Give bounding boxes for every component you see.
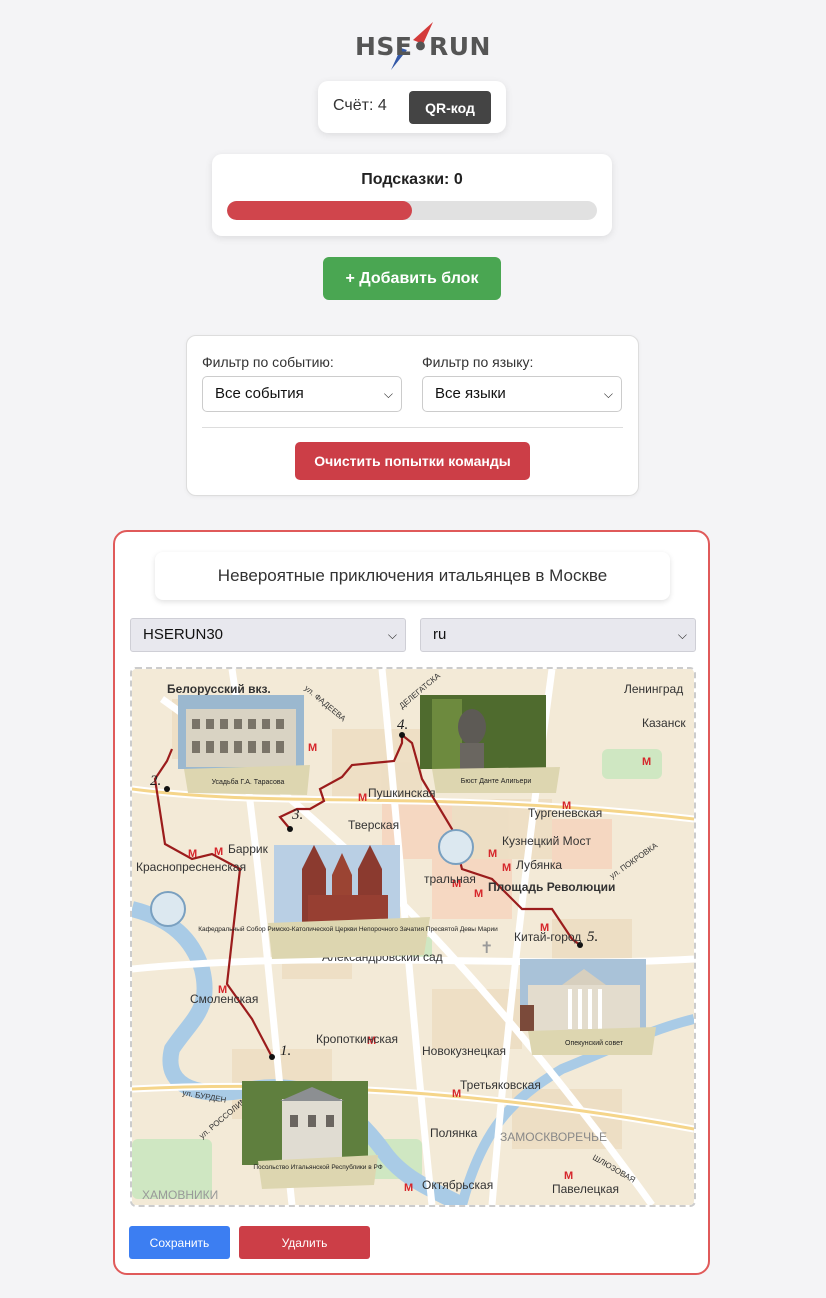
chevron-down-icon: ⌵ [677,628,687,642]
svg-text:M: M [488,848,497,860]
hints-progress-fill [227,201,412,220]
logo-text: HSE•RUN [355,32,491,61]
block-language-value: ru [433,626,447,643]
map-label-kazansky: Казанск [642,716,686,730]
photo-caption-dante: Бюст Данте Алигьери [461,778,532,785]
landmark-badge-icon [150,891,186,927]
svg-text:M: M [474,888,483,900]
block-title: Невероятные приключения итальянцев в Мос… [155,552,670,600]
map-canvas[interactable]: 1. 2. 3. 4. 5. MMM MMM MMM MMM MMM MM Бе… [132,669,694,1205]
photo-caption-opekunsky: Опекунский совет [565,1039,624,1047]
map-label-novokuznetskaya: Новокузнецкая [422,1044,506,1058]
map-label-belorussky: Белорусский вкз. [167,682,271,696]
language-filter-select[interactable]: Все языки ⌵ [422,376,622,412]
photo-caption-embassy: Посольство Итальянской Республики в РФ [253,1163,382,1171]
route-point-3: 3. [291,807,303,823]
photo-card-embassy[interactable]: Посольство Итальянской Республики в РФ [242,1081,383,1189]
route-map[interactable]: 1. 2. 3. 4. 5. MMM MMM MMM MMM MMM MM Бе… [130,667,696,1207]
svg-text:M: M [358,792,367,804]
block-event-value: HSERUN30 [143,626,224,643]
hints-card: Подсказки: 0 [212,154,612,236]
photo-card-tarasov[interactable]: Усадьба Г.А. Тарасова [178,695,310,795]
hints-label: Подсказки: 0 [361,171,463,188]
language-filter-value: Все языки [435,385,506,402]
map-label-polyanka: Полянка [430,1126,478,1140]
language-filter-label: Фильтр по языку: [422,354,534,370]
landmark-badge-icon [438,829,474,865]
svg-text:M: M [214,846,223,858]
map-label-khamovniki: ХАМОВНИКИ [142,1188,218,1202]
map-label-kuznetsky-most: Кузнецкий Мост [502,834,591,848]
photo-caption-cathedral: Кафедральный Собор Римско-Католической Ц… [198,925,498,933]
map-label-tsentralnaya: тральная [424,872,476,886]
map-label-ploshchad-revolyutsii: Площадь Революции [488,880,615,894]
map-label-paveletskaya: Павелецкая [552,1182,619,1196]
map-label-barrik: Баррик [228,842,269,856]
svg-text:M: M [564,1170,573,1182]
score-label: Счёт: 4 [333,97,387,114]
map-label-lubyanka: Лубянка [516,858,562,872]
map-label-kitay-gorod: Китай-город [514,930,581,944]
event-filter-value: Все события [215,385,304,402]
svg-text:M: M [308,742,317,754]
svg-text:M: M [188,848,197,860]
route-point-2: 2. [150,773,161,789]
quest-block: Невероятные приключения итальянцев в Мос… [113,530,710,1275]
map-label-smolenskaya: Смоленская [190,992,258,1006]
map-label-pushkinskaya: Пушкинская [368,786,436,800]
block-language-select[interactable]: ru ⌵ [420,618,696,652]
map-label-tretyakovskaya: Третьяковская [460,1078,541,1092]
photo-caption-tarasov: Усадьба Г.А. Тарасова [212,778,285,786]
score-card: Счёт: 4 QR-код [318,81,506,133]
block-event-select[interactable]: HSERUN30 ⌵ [130,618,406,652]
svg-text:M: M [642,756,651,768]
map-label-krasnopresnenskaya: Краснопресненская [136,860,246,874]
chevron-down-icon: ⌵ [383,387,393,401]
event-filter-select[interactable]: Все события ⌵ [202,376,402,412]
map-label-leningradsky: Ленинград [624,682,683,696]
add-block-button[interactable]: + Добавить блок [323,257,501,300]
route-point-1: 1. [280,1043,291,1059]
save-button[interactable]: Сохранить [129,1226,230,1259]
photo-card-dante[interactable]: Бюст Данте Алигьери [420,695,560,793]
svg-text:M: M [502,862,511,874]
qr-code-button[interactable]: QR-код [409,91,491,124]
map-label-kropotkinskaya: Кропоткинская [316,1032,398,1046]
church-icon: ✝ [480,940,493,957]
hints-progress-bar [227,201,597,220]
hserun-logo: HSE•RUN [355,22,490,72]
map-label-tverskaya: Тверская [348,818,399,832]
photo-card-opekunsky[interactable]: Опекунский совет [520,959,656,1055]
route-point-5: 5. [587,929,598,945]
filter-panel: Фильтр по событию: Все события ⌵ Фильтр … [186,335,639,496]
delete-button[interactable]: Удалить [239,1226,370,1259]
map-label-oktyabrskaya: Октябрьская [422,1178,493,1192]
map-label-turgenevskaya: Тургеневская [528,806,602,820]
clear-team-attempts-button[interactable]: Очистить попытки команды [295,442,530,480]
event-filter-label: Фильтр по событию: [202,354,334,370]
chevron-down-icon: ⌵ [387,628,397,642]
route-point-4: 4. [397,717,408,733]
filter-divider [202,427,623,428]
map-label-zamoskvorechye: ЗАМОСКВОРЕЧЬЕ [500,1130,607,1144]
chevron-down-icon: ⌵ [603,387,613,401]
svg-text:M: M [404,1182,413,1194]
